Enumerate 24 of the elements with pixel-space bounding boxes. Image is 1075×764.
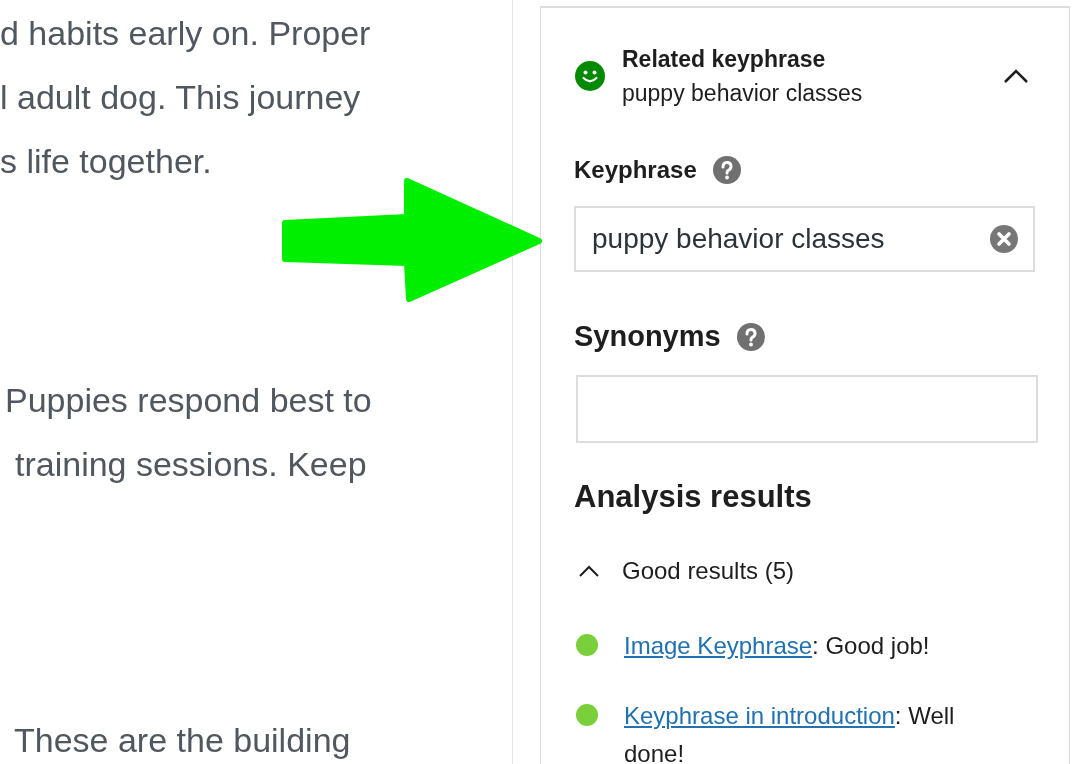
chevron-icon[interactable] (578, 564, 600, 578)
field-label: Synonyms (574, 320, 721, 353)
result-link[interactable]: Keyphrase in introduction (624, 702, 895, 729)
section-subtitle: puppy behavior classes (622, 79, 864, 108)
clear-icon[interactable] (989, 224, 1019, 254)
body-text: training sessions. Keep (14, 444, 368, 485)
section-heading: Analysis results (574, 479, 813, 515)
body-text: d habits early on. Proper (0, 13, 372, 54)
body-text: These are the building (14, 720, 352, 761)
result-link[interactable]: Image Keyphrase (624, 632, 813, 659)
body-text: Puppies respond best to (5, 380, 373, 421)
result-text: Keyphrase in introduction: Well done! (624, 701, 956, 764)
result-text: Image Keyphrase: Good job! (624, 631, 930, 661)
body-text: l adult dog. This journey (0, 77, 362, 118)
help-icon[interactable] (712, 156, 741, 184)
smiley-icon (574, 60, 606, 92)
body-text: s life together. (0, 141, 213, 182)
synonyms-field[interactable] (576, 375, 1038, 443)
keyphrase-field[interactable]: puppy behavior classes (574, 206, 1035, 272)
group-toggle[interactable]: Good results (5) (622, 557, 795, 585)
field-label: Keyphrase (574, 156, 697, 184)
chevron-icon[interactable] (1002, 67, 1030, 85)
section-title: Related keyphrase (622, 45, 827, 74)
help-icon[interactable] (736, 322, 765, 351)
